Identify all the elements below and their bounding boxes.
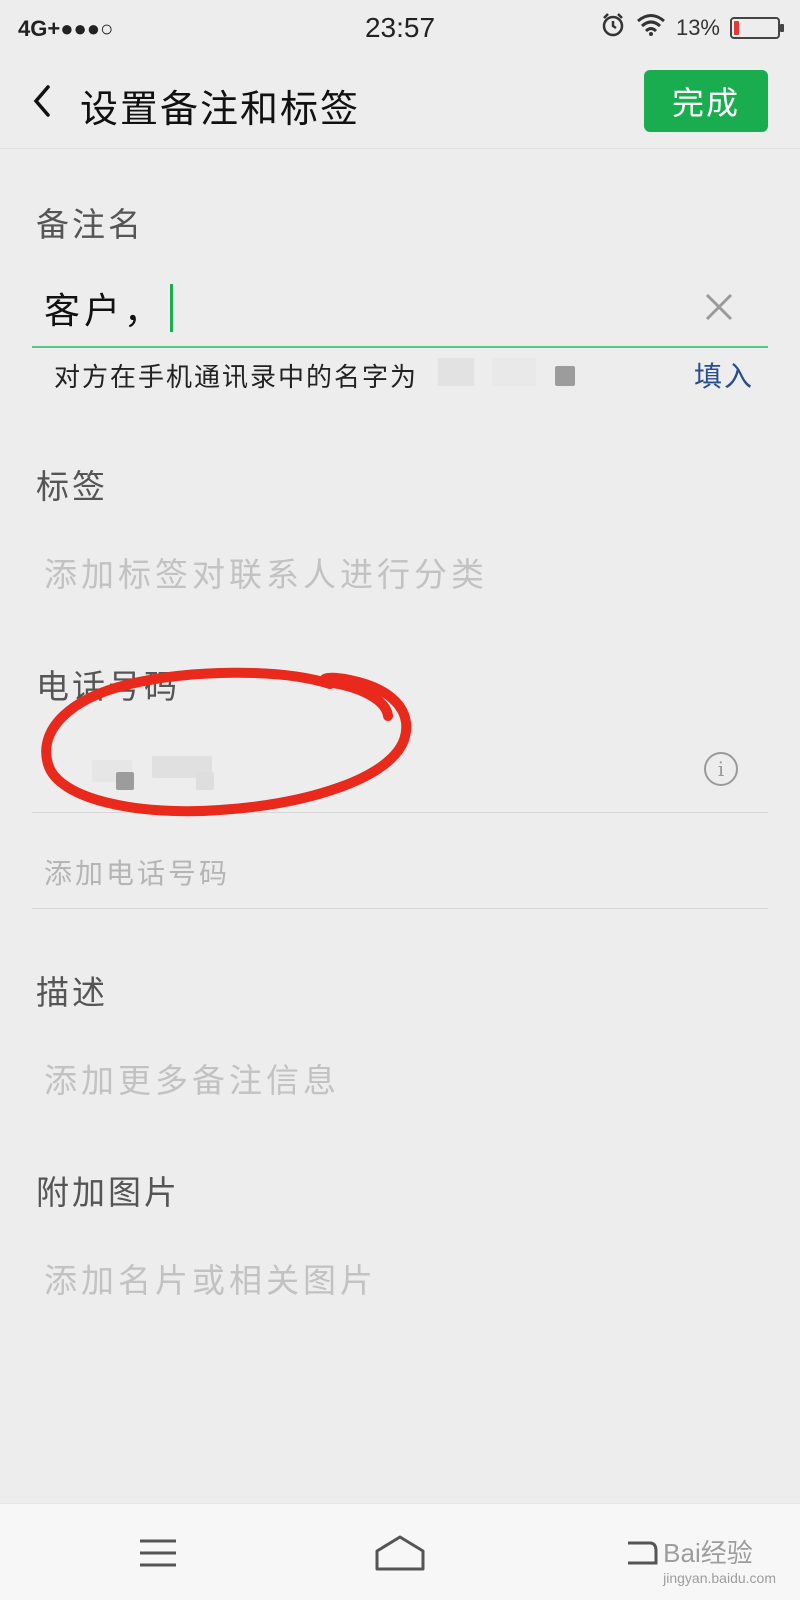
home-button[interactable] <box>370 1528 430 1578</box>
info-icon[interactable]: i <box>704 752 738 786</box>
back-arrow-icon <box>628 1541 658 1565</box>
redacted-block <box>492 357 537 386</box>
input-underline <box>32 346 768 348</box>
nav-bar: 设置备注和标签 完成 <box>0 56 800 149</box>
phone-label: 电话号码 <box>36 667 180 706</box>
phone-number-row[interactable]: i <box>32 732 768 812</box>
attach-placeholder[interactable]: 添加名片或相关图片 <box>44 1254 377 1302</box>
battery-percent: 13% <box>675 15 720 40</box>
system-navigation-bar: Bai经验 jingyan.baidu.com <box>0 1503 800 1600</box>
remark-label: 备注名 <box>36 205 144 244</box>
remark-input[interactable]: 客户， <box>44 280 644 336</box>
phone-divider <box>32 812 768 813</box>
contact-remark-screen: 4G+●●●○ 23:57 13% 设置备注和标签 完成 备注名 客户， 对方在… <box>0 0 800 1600</box>
text-caret <box>170 284 174 332</box>
back-button[interactable] <box>22 76 62 126</box>
status-icons: 13% <box>600 12 784 44</box>
attach-label: 附加图片 <box>36 1173 180 1212</box>
battery-icon <box>730 17 784 39</box>
add-phone-button[interactable]: 添加电话号码 <box>44 852 230 892</box>
redacted-name <box>434 357 579 393</box>
fill-in-link[interactable]: 填入 <box>694 352 754 398</box>
page-title: 设置备注和标签 <box>80 87 361 131</box>
description-label: 描述 <box>36 973 108 1012</box>
home-icon <box>375 1535 425 1571</box>
redacted-block <box>196 772 214 790</box>
redacted-block <box>554 365 575 386</box>
chevron-left-icon <box>33 85 50 117</box>
close-icon <box>705 293 733 321</box>
wifi-icon <box>636 13 666 43</box>
alarm-icon <box>600 12 626 44</box>
watermark-sub: jingyan.baidu.com <box>663 1570 776 1586</box>
hint-text: 对方在手机通讯录中的名字为 <box>54 362 419 393</box>
menu-icon <box>140 1539 176 1567</box>
watermark: Bai经验 jingyan.baidu.com <box>663 1533 776 1586</box>
redacted-block <box>116 772 134 790</box>
back-system-button[interactable] <box>610 1528 670 1578</box>
tags-placeholder[interactable]: 添加标签对联系人进行分类 <box>44 548 488 596</box>
battery-level <box>734 21 739 35</box>
clear-button[interactable] <box>694 282 744 332</box>
remark-value: 客户， <box>44 291 165 332</box>
redacted-block <box>438 357 475 386</box>
menu-button[interactable] <box>128 1528 188 1578</box>
add-phone-divider <box>32 908 768 909</box>
contact-name-hint: 对方在手机通讯录中的名字为 <box>54 352 754 398</box>
tags-label: 标签 <box>36 467 108 506</box>
done-button[interactable]: 完成 <box>644 70 768 132</box>
redacted-phone-number <box>92 756 272 792</box>
status-bar: 4G+●●●○ 23:57 13% <box>0 0 800 56</box>
description-placeholder[interactable]: 添加更多备注信息 <box>44 1054 340 1102</box>
watermark-text: Bai经验 <box>663 1538 753 1568</box>
